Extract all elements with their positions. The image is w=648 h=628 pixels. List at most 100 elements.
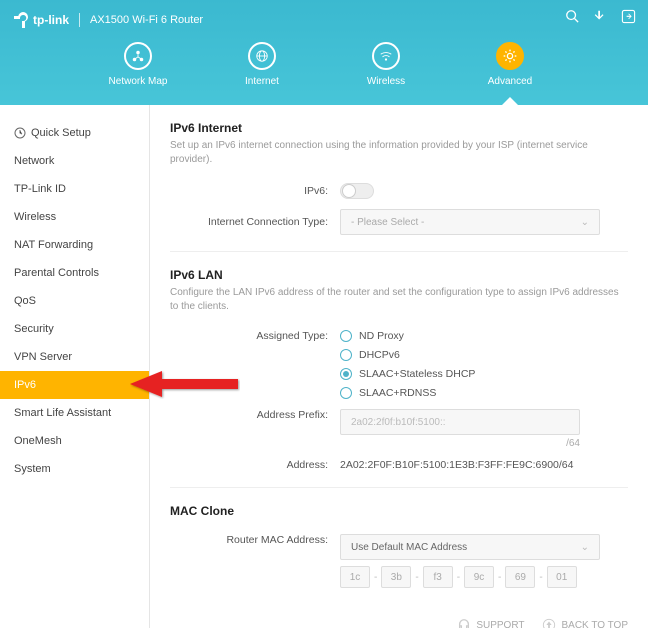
headset-icon (457, 618, 471, 628)
assigned-type-label: Assigned Type: (170, 330, 340, 342)
sidebar-label: QoS (14, 295, 36, 307)
mac-octet[interactable]: 9c (464, 566, 494, 588)
tab-label: Wireless (367, 76, 405, 87)
sidebar-item-quick-setup[interactable]: Quick Setup (0, 119, 149, 147)
product-name: AX1500 Wi-Fi 6 Router (90, 14, 203, 26)
radio-icon (340, 330, 352, 342)
radio-slaac-stateless[interactable]: SLAAC+Stateless DHCP (340, 368, 628, 380)
mac-dash: - (498, 572, 501, 583)
main-tabs: Network Map Internet Wireless Advanced (0, 42, 648, 87)
ipv6-lan-desc: Configure the LAN IPv6 address of the ro… (170, 286, 628, 314)
tab-advanced[interactable]: Advanced (473, 42, 547, 87)
prefix-suffix: /64 (340, 438, 580, 449)
sidebar-item-system[interactable]: System (0, 455, 149, 483)
ipv6-toggle[interactable] (340, 183, 374, 199)
radio-label: SLAAC+Stateless DHCP (359, 368, 475, 380)
download-icon[interactable] (592, 8, 608, 24)
router-mac-select[interactable]: Use Default MAC Address ⌄ (340, 534, 600, 560)
select-value: Use Default MAC Address (351, 542, 467, 553)
sidebar-label: Smart Life Assistant (14, 407, 111, 419)
sidebar-label: VPN Server (14, 351, 72, 363)
row-address-prefix: Address Prefix: /64 (170, 409, 628, 449)
sidebar-item-nat-forwarding[interactable]: NAT Forwarding (0, 231, 149, 259)
back-to-top-button[interactable]: BACK TO TOP (542, 618, 628, 628)
radio-label: SLAAC+RDNSS (359, 387, 436, 399)
brand-row: tp-link AX1500 Wi-Fi 6 Router (0, 0, 648, 32)
mac-octet[interactable]: 1c (340, 566, 370, 588)
sidebar-item-security[interactable]: Security (0, 315, 149, 343)
sidebar-label: Quick Setup (31, 127, 91, 139)
arrow-up-icon (542, 618, 556, 628)
content: IPv6 Internet Set up an IPv6 internet co… (150, 105, 648, 628)
footer-links: SUPPORT BACK TO TOP (170, 598, 628, 628)
sidebar-label: Security (14, 323, 54, 335)
mac-dash: - (457, 572, 460, 583)
radio-label: ND Proxy (359, 330, 404, 342)
address-prefix-input[interactable] (340, 409, 580, 435)
radio-slaac-rdnss[interactable]: SLAAC+RDNSS (340, 387, 628, 399)
mac-octet[interactable]: f3 (423, 566, 453, 588)
radio-label: DHCPv6 (359, 349, 400, 361)
sidebar-label: Parental Controls (14, 267, 99, 279)
row-address: Address: 2A02:2F0F:B10F:5100:1E3B:F3FF:F… (170, 459, 628, 471)
sidebar-item-onemesh[interactable]: OneMesh (0, 427, 149, 455)
sidebar-item-vpn-server[interactable]: VPN Server (0, 343, 149, 371)
sidebar-item-network[interactable]: Network (0, 147, 149, 175)
sidebar-label: NAT Forwarding (14, 239, 93, 251)
header: tp-link AX1500 Wi-Fi 6 Router Network Ma… (0, 0, 648, 105)
sidebar-item-parental-controls[interactable]: Parental Controls (0, 259, 149, 287)
ipv6-lan-title: IPv6 LAN (170, 268, 628, 282)
sidebar-item-wireless[interactable]: Wireless (0, 203, 149, 231)
clock-icon (14, 127, 26, 139)
tab-network-map[interactable]: Network Map (101, 42, 175, 87)
advanced-icon (496, 42, 524, 70)
radio-icon (340, 387, 352, 399)
address-value: 2A02:2F0F:B10F:5100:1E3B:F3FF:FE9C:6900/… (340, 459, 628, 471)
search-icon[interactable] (564, 8, 580, 24)
support-button[interactable]: SUPPORT (457, 618, 524, 628)
brand-logo: tp-link (14, 12, 69, 28)
mac-octet[interactable]: 69 (505, 566, 535, 588)
logout-icon[interactable] (620, 8, 636, 24)
radio-nd-proxy[interactable]: ND Proxy (340, 330, 628, 342)
row-assigned-type: Assigned Type: ND Proxy DHCPv6 SLAAC+Sta… (170, 330, 628, 399)
sidebar-item-qos[interactable]: QoS (0, 287, 149, 315)
mac-dash: - (539, 572, 542, 583)
chevron-down-icon: ⌄ (581, 217, 589, 228)
ipv6-internet-title: IPv6 Internet (170, 121, 628, 135)
router-mac-label: Router MAC Address: (170, 534, 340, 546)
radio-icon (340, 368, 352, 380)
row-router-mac: Router MAC Address: Use Default MAC Addr… (170, 534, 628, 588)
tplink-logo-icon (14, 12, 30, 28)
tab-label: Internet (245, 76, 279, 87)
tab-wireless[interactable]: Wireless (349, 42, 423, 87)
network-map-icon (124, 42, 152, 70)
wireless-icon (372, 42, 400, 70)
ipv6-internet-desc: Set up an IPv6 internet connection using… (170, 139, 628, 167)
mac-address-boxes: 1c- 3b- f3- 9c- 69- 01 (340, 566, 628, 588)
conn-type-select[interactable]: - Please Select - ⌄ (340, 209, 600, 235)
assigned-type-options: ND Proxy DHCPv6 SLAAC+Stateless DHCP SLA… (340, 330, 628, 399)
tab-label: Advanced (488, 76, 532, 87)
sidebar-item-tplink-id[interactable]: TP-Link ID (0, 175, 149, 203)
divider (170, 487, 628, 488)
radio-dhcpv6[interactable]: DHCPv6 (340, 349, 628, 361)
ipv6-label: IPv6: (170, 185, 340, 197)
prefix-label: Address Prefix: (170, 409, 340, 421)
conn-type-label: Internet Connection Type: (170, 216, 340, 228)
brand-text: tp-link (33, 13, 69, 27)
address-label: Address: (170, 459, 340, 471)
divider (170, 251, 628, 252)
sidebar-item-smart-life[interactable]: Smart Life Assistant (0, 399, 149, 427)
tab-internet[interactable]: Internet (225, 42, 299, 87)
sidebar-label: System (14, 463, 51, 475)
back-label: BACK TO TOP (561, 620, 628, 628)
mac-octet[interactable]: 3b (381, 566, 411, 588)
sidebar-item-ipv6[interactable]: IPv6 (0, 371, 149, 399)
body: Quick Setup Network TP-Link ID Wireless … (0, 105, 648, 628)
brand-divider (79, 13, 80, 27)
mac-octet[interactable]: 01 (547, 566, 577, 588)
header-actions (564, 8, 636, 24)
tab-label: Network Map (109, 76, 168, 87)
support-label: SUPPORT (476, 620, 524, 628)
